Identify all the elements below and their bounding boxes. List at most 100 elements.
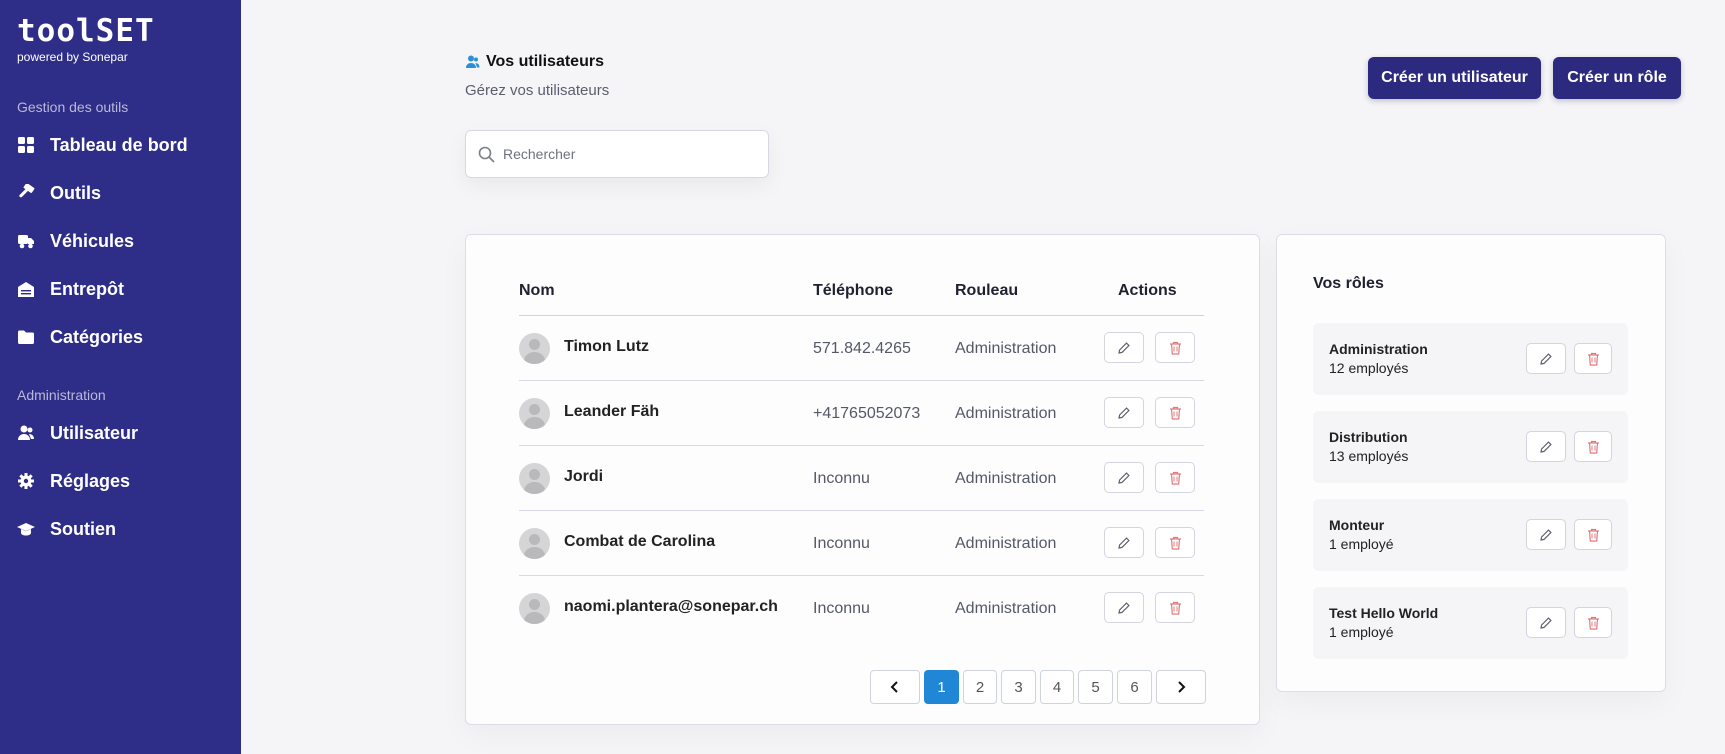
sidebar-item-users[interactable]: Utilisateur bbox=[17, 418, 138, 448]
trash-icon bbox=[1587, 440, 1599, 454]
search-input[interactable] bbox=[503, 146, 743, 162]
pagination-page-6[interactable]: 6 bbox=[1117, 670, 1152, 704]
roles-card: Vos rôles Administration 12 employés Dis… bbox=[1276, 234, 1666, 692]
delete-role-button[interactable] bbox=[1574, 519, 1612, 550]
chevron-right-icon bbox=[1178, 681, 1186, 693]
user-role: Administration bbox=[955, 405, 1057, 422]
sidebar-item-tools[interactable]: Outils bbox=[17, 178, 101, 208]
edit-button[interactable] bbox=[1104, 527, 1144, 558]
sidebar-item-vehicles[interactable]: Véhicules bbox=[17, 226, 134, 256]
sidebar-item-label: Catégories bbox=[50, 326, 144, 347]
pencil-icon bbox=[1540, 352, 1552, 365]
avatar bbox=[519, 593, 550, 624]
app-logo: toolSET bbox=[17, 13, 155, 49]
pagination-page-3[interactable]: 3 bbox=[1001, 670, 1036, 704]
delete-role-button[interactable] bbox=[1574, 431, 1612, 462]
users-table-card: Nom Téléphone Rouleau Actions Timon Lutz… bbox=[465, 234, 1260, 725]
trash-icon bbox=[1169, 601, 1181, 615]
pagination-page-5[interactable]: 5 bbox=[1078, 670, 1113, 704]
users-icon bbox=[466, 55, 480, 68]
delete-button[interactable] bbox=[1155, 332, 1195, 363]
avatar bbox=[519, 398, 550, 429]
user-phone: 571.842.4265 bbox=[813, 340, 911, 357]
table-row: Leander Fäh +41765052073 Administration bbox=[519, 381, 1204, 446]
pencil-icon bbox=[1540, 528, 1552, 541]
column-header-actions: Actions bbox=[1118, 282, 1177, 299]
pagination-page-1[interactable]: 1 bbox=[924, 670, 959, 704]
table-row: Combat de Carolina Inconnu Administratio… bbox=[519, 511, 1204, 576]
edit-role-button[interactable] bbox=[1526, 607, 1566, 638]
role-item: Administration 12 employés bbox=[1313, 323, 1628, 395]
role-name: Monteur bbox=[1329, 517, 1385, 533]
sidebar-item-warehouse[interactable]: Entrepôt bbox=[17, 274, 124, 304]
table-row: Timon Lutz 571.842.4265 Administration bbox=[519, 316, 1204, 381]
edit-button[interactable] bbox=[1104, 397, 1144, 428]
user-role: Administration bbox=[955, 470, 1057, 487]
pencil-icon bbox=[1118, 601, 1130, 614]
truck-icon bbox=[18, 235, 34, 249]
pagination-next-button[interactable] bbox=[1156, 670, 1206, 704]
table-row: Jordi Inconnu Administration bbox=[519, 446, 1204, 511]
pagination-page-2[interactable]: 2 bbox=[963, 670, 997, 704]
folder-icon bbox=[18, 330, 34, 344]
delete-button[interactable] bbox=[1155, 527, 1195, 558]
chevron-left-icon bbox=[890, 681, 898, 693]
dashboard-icon bbox=[18, 137, 34, 153]
sidebar-item-support[interactable]: Soutien bbox=[17, 514, 116, 544]
delete-button[interactable] bbox=[1155, 592, 1195, 623]
powered-by-text: powered by Sonepar bbox=[17, 50, 128, 64]
role-count: 1 employé bbox=[1329, 536, 1394, 552]
role-count: 1 employé bbox=[1329, 624, 1394, 640]
sidebar-item-label: Utilisateur bbox=[50, 422, 139, 443]
edit-role-button[interactable] bbox=[1526, 431, 1566, 462]
trash-icon bbox=[1169, 406, 1181, 420]
role-count: 12 employés bbox=[1329, 360, 1409, 376]
roles-title: Vos rôles bbox=[1313, 275, 1384, 292]
sidebar-item-label: Tableau de bord bbox=[50, 134, 188, 155]
column-header-name: Nom bbox=[519, 282, 555, 299]
user-phone: Inconnu bbox=[813, 470, 870, 487]
user-phone: +41765052073 bbox=[813, 405, 921, 422]
warehouse-icon bbox=[18, 282, 34, 297]
pencil-icon bbox=[1118, 341, 1130, 354]
delete-role-button[interactable] bbox=[1574, 607, 1612, 638]
delete-button[interactable] bbox=[1155, 462, 1195, 493]
column-header-phone: Téléphone bbox=[813, 282, 894, 299]
edit-button[interactable] bbox=[1104, 332, 1144, 363]
pencil-icon bbox=[1118, 471, 1130, 484]
section-label-tools: Gestion des outils bbox=[17, 99, 129, 115]
page-title: Vos utilisateurs bbox=[486, 53, 604, 70]
edit-role-button[interactable] bbox=[1526, 519, 1566, 550]
sidebar-item-label: Soutien bbox=[50, 518, 116, 539]
user-name: naomi.plantera@sonepar.ch bbox=[564, 598, 778, 615]
table-row: naomi.plantera@sonepar.ch Inconnu Admini… bbox=[519, 576, 1204, 641]
edit-button[interactable] bbox=[1104, 462, 1144, 493]
avatar bbox=[519, 463, 550, 494]
delete-button[interactable] bbox=[1155, 397, 1195, 428]
avatar bbox=[519, 333, 550, 364]
users-icon bbox=[18, 425, 34, 440]
pagination-page-4[interactable]: 4 bbox=[1040, 670, 1074, 704]
create-role-button[interactable]: Créer un rôle bbox=[1553, 57, 1681, 99]
edit-button[interactable] bbox=[1104, 592, 1144, 623]
gear-icon bbox=[18, 473, 34, 489]
pencil-icon bbox=[1540, 440, 1552, 453]
delete-role-button[interactable] bbox=[1574, 343, 1612, 374]
trash-icon bbox=[1169, 341, 1181, 355]
pagination-prev-button[interactable] bbox=[870, 670, 920, 704]
section-label-admin: Administration bbox=[17, 387, 106, 403]
sidebar-item-categories[interactable]: Catégories bbox=[17, 322, 143, 352]
trash-icon bbox=[1587, 352, 1599, 366]
create-user-button[interactable]: Créer un utilisateur bbox=[1368, 57, 1541, 99]
sidebar-item-dashboard[interactable]: Tableau de bord bbox=[17, 130, 188, 160]
sidebar-item-settings[interactable]: Réglages bbox=[17, 466, 130, 496]
hammer-icon bbox=[19, 184, 35, 198]
search-box bbox=[465, 130, 769, 178]
edit-role-button[interactable] bbox=[1526, 343, 1566, 374]
trash-icon bbox=[1587, 616, 1599, 630]
role-item: Distribution 13 employés bbox=[1313, 411, 1628, 483]
user-phone: Inconnu bbox=[813, 535, 870, 552]
user-name: Combat de Carolina bbox=[564, 533, 716, 550]
role-name: Administration bbox=[1329, 341, 1428, 357]
trash-icon bbox=[1169, 471, 1181, 485]
